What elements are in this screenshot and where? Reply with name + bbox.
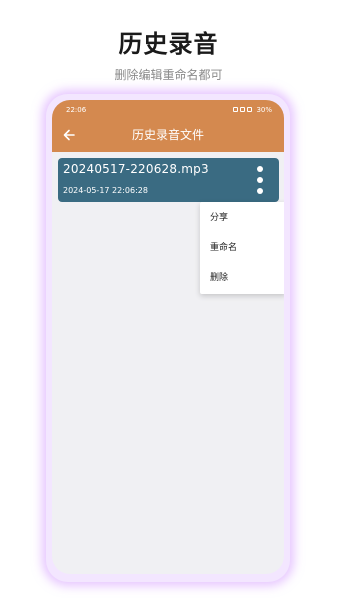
back-button[interactable] [58, 124, 80, 146]
dot-icon [257, 177, 263, 183]
page-title: 历史录音文件 [131, 128, 204, 142]
file-date: 2024-05-17 22:06:28 [63, 186, 148, 195]
dot-icon [257, 188, 263, 194]
more-options-button[interactable] [253, 166, 267, 194]
menu-item-rename[interactable]: 重命名 [200, 233, 284, 263]
dot-icon [257, 166, 263, 172]
app-bar: 历史录音文件 [52, 119, 284, 152]
phone-screen: 22:06 30% 历史录音文件 20240517-220628.mp3 202… [52, 100, 284, 574]
status-time: 22:06 [66, 105, 87, 114]
file-name: 20240517-220628.mp3 [63, 162, 209, 176]
promo-title: 历史录音 [118, 30, 219, 58]
context-menu: 分享 重命名 删除 [200, 202, 284, 294]
menu-item-share[interactable]: 分享 [200, 203, 284, 233]
signal-icon [233, 107, 239, 112]
file-list-item[interactable]: 20240517-220628.mp3 2024-05-17 22:06:28 [58, 158, 279, 202]
status-bar: 22:06 30% [52, 100, 284, 119]
status-icons: 30% [233, 106, 272, 114]
wifi-icon [240, 107, 246, 112]
arrow-left-icon [63, 129, 75, 141]
menu-item-delete[interactable]: 删除 [200, 263, 284, 293]
battery-level: 30% [256, 105, 272, 114]
battery-icon [247, 107, 253, 112]
promo-subtitle: 删除编辑重命名都可 [114, 68, 223, 82]
